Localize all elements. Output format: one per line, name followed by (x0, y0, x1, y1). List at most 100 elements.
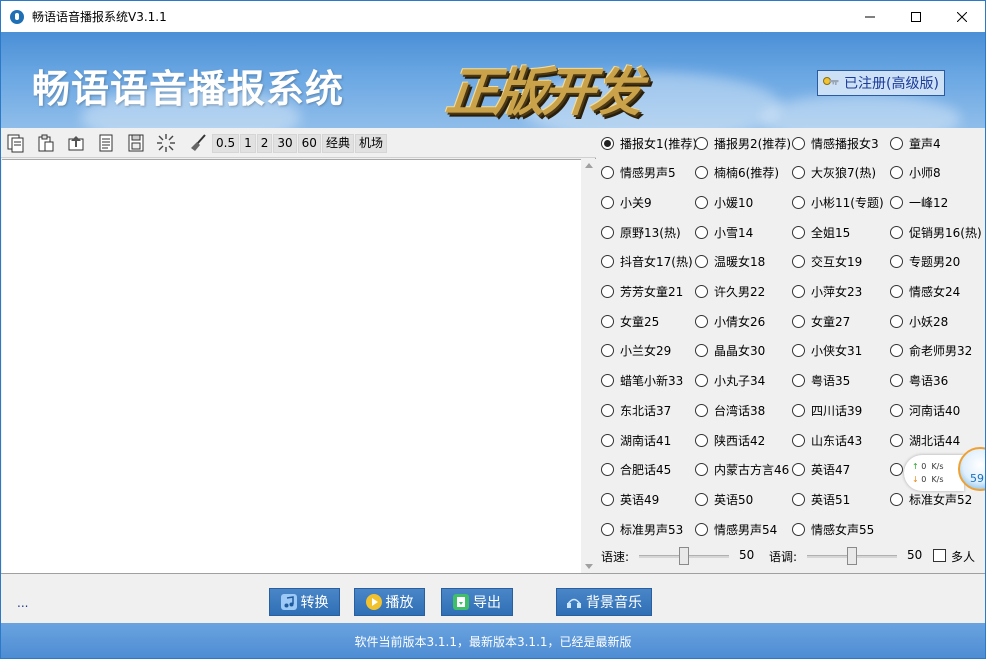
voice-radio[interactable] (695, 285, 708, 298)
voice-radio[interactable] (890, 374, 903, 388)
voice-option[interactable]: 台湾话38 (695, 400, 765, 420)
minimize-button[interactable] (847, 1, 893, 32)
text-input-area[interactable] (2, 159, 581, 573)
voice-radio[interactable] (890, 463, 903, 477)
voice-option[interactable]: 童声4 (890, 133, 941, 153)
voice-option[interactable]: 英语50 (695, 489, 753, 509)
voice-option[interactable]: 英语49 (601, 489, 659, 509)
speed-preset-button[interactable]: 机场 (354, 133, 387, 153)
voice-option[interactable]: 东北话37 (601, 400, 671, 420)
voice-radio[interactable] (601, 285, 614, 298)
text-doc-icon[interactable] (95, 132, 117, 154)
voice-radio[interactable] (601, 374, 614, 388)
voice-option[interactable]: 情感女声55 (792, 519, 874, 539)
voice-radio[interactable] (695, 225, 708, 239)
voice-radio[interactable] (601, 166, 614, 180)
speed-preset-button[interactable]: 60 (297, 133, 321, 153)
register-status-button[interactable]: 已注册(高级版) (817, 70, 945, 96)
voice-radio[interactable] (890, 403, 903, 417)
export-button[interactable]: 导出 (441, 588, 513, 616)
speed-preset-button[interactable]: 2 (256, 133, 273, 153)
voice-radio[interactable] (890, 255, 903, 269)
voice-option[interactable]: 播报女1(推荐) (601, 133, 697, 153)
voice-radio[interactable] (601, 225, 614, 239)
voice-radio[interactable] (792, 136, 805, 150)
voice-radio[interactable] (695, 374, 708, 388)
voice-radio[interactable] (695, 195, 708, 209)
speed-preset-button[interactable]: 30 (273, 133, 297, 153)
voice-option[interactable]: 专题男20 (890, 252, 960, 272)
broom-icon[interactable] (187, 132, 209, 154)
voice-radio[interactable] (695, 463, 708, 477)
voice-option[interactable]: 小雪14 (695, 222, 753, 242)
voice-option[interactable]: 全姐15 (792, 222, 850, 242)
voice-option[interactable]: 小兰女29 (601, 341, 671, 361)
voice-option[interactable]: 小师8 (890, 163, 941, 183)
voice-option[interactable]: 小侠女31 (792, 341, 862, 361)
voice-option[interactable]: 情感男声54 (695, 519, 777, 539)
voice-option[interactable]: 晶晶女30 (695, 341, 765, 361)
voice-radio[interactable] (890, 344, 903, 358)
sparkle-icon[interactable] (155, 132, 177, 154)
voice-radio[interactable] (601, 492, 614, 506)
voice-option[interactable]: 情感播报女3 (792, 133, 879, 153)
voice-radio[interactable] (792, 522, 805, 536)
voice-radio[interactable] (601, 255, 614, 269)
import-icon[interactable] (65, 132, 87, 154)
voice-option[interactable]: 山东话43 (792, 430, 862, 450)
scroll-down-icon[interactable] (585, 564, 593, 569)
voice-option[interactable]: 英语51 (792, 489, 850, 509)
voice-option[interactable]: 女童27 (792, 311, 850, 331)
editor-scrollbar[interactable] (581, 159, 596, 573)
voice-radio[interactable] (792, 285, 805, 298)
voice-radio[interactable] (890, 166, 903, 180)
voice-radio[interactable] (695, 403, 708, 417)
scroll-up-icon[interactable] (585, 163, 593, 168)
voice-radio[interactable] (890, 433, 903, 447)
speed-preset-button[interactable]: 0.5 (212, 133, 240, 153)
voice-radio[interactable] (695, 255, 708, 269)
voice-option[interactable]: 小丸子34 (695, 371, 765, 391)
voice-option[interactable]: 小萍女23 (792, 282, 862, 302)
voice-radio[interactable] (792, 166, 805, 180)
voice-radio[interactable] (890, 195, 903, 209)
voice-radio[interactable] (890, 225, 903, 239)
voice-radio[interactable] (890, 285, 903, 298)
play-button[interactable]: 播放 (354, 588, 425, 616)
voice-radio[interactable] (792, 344, 805, 358)
voice-radio[interactable] (695, 314, 708, 328)
voice-radio[interactable] (695, 344, 708, 358)
voice-option[interactable]: 合肥话45 (601, 460, 671, 480)
voice-radio[interactable] (695, 522, 708, 536)
voice-option[interactable]: 粤语35 (792, 371, 850, 391)
convert-button[interactable]: 转换 (269, 588, 340, 616)
voice-radio[interactable] (792, 195, 805, 209)
voice-option[interactable]: 促销男16(热) (890, 222, 982, 242)
voice-option[interactable]: 粤语36 (890, 371, 948, 391)
voice-option[interactable]: 许久男22 (695, 282, 765, 302)
voice-radio[interactable] (792, 433, 805, 447)
voice-option[interactable]: 交互女19 (792, 252, 862, 272)
voice-radio[interactable] (601, 463, 614, 477)
voice-option[interactable]: 湖北话44 (890, 430, 960, 450)
voice-option[interactable]: 四川话39 (792, 400, 862, 420)
voice-option[interactable]: 女童25 (601, 311, 659, 331)
voice-radio[interactable] (792, 403, 805, 417)
voice-option[interactable]: 内蒙古方言46 (695, 460, 789, 480)
voice-option[interactable]: 一峰12 (890, 192, 948, 212)
voice-radio[interactable] (890, 492, 903, 506)
voice-radio[interactable] (792, 255, 805, 269)
voice-radio[interactable] (695, 433, 708, 447)
voice-option[interactable]: 情感男声5 (601, 163, 676, 183)
voice-option[interactable]: 湖南话41 (601, 430, 671, 450)
pitch-slider-thumb[interactable] (847, 547, 857, 565)
voice-option[interactable]: 大灰狼7(热) (792, 163, 876, 183)
voice-radio[interactable] (695, 492, 708, 506)
voice-option[interactable]: 陕西话42 (695, 430, 765, 450)
voice-option[interactable]: 标准男声53 (601, 519, 683, 539)
paste-icon[interactable] (35, 132, 57, 154)
voice-option[interactable]: 小彬11(专题) (792, 192, 884, 212)
voice-option[interactable]: 原野13(热) (601, 222, 681, 242)
voice-radio[interactable] (601, 136, 614, 150)
voice-option[interactable]: 英语47 (792, 460, 850, 480)
